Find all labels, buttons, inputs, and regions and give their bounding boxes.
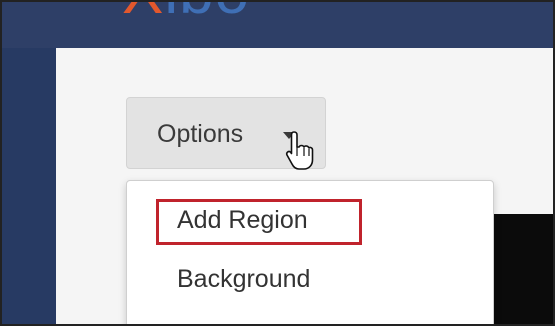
mouse-pointer-icon <box>285 131 314 170</box>
layout-canvas-preview <box>492 214 553 324</box>
top-navigation-bar: Xibo <box>2 2 553 48</box>
xibo-logo: Xibo <box>122 2 250 24</box>
logo-text: ibo <box>164 2 250 27</box>
sidebar <box>2 48 56 324</box>
menu-item-add-region[interactable]: Add Region <box>177 208 308 233</box>
options-button-label: Options <box>157 120 244 148</box>
screenshot-frame: Xibo Options Add Region Background <box>0 0 555 326</box>
menu-item-background[interactable]: Background <box>177 267 310 292</box>
options-dropdown-menu: Add Region Background <box>126 180 494 324</box>
logo-letter-x: X <box>122 2 164 27</box>
